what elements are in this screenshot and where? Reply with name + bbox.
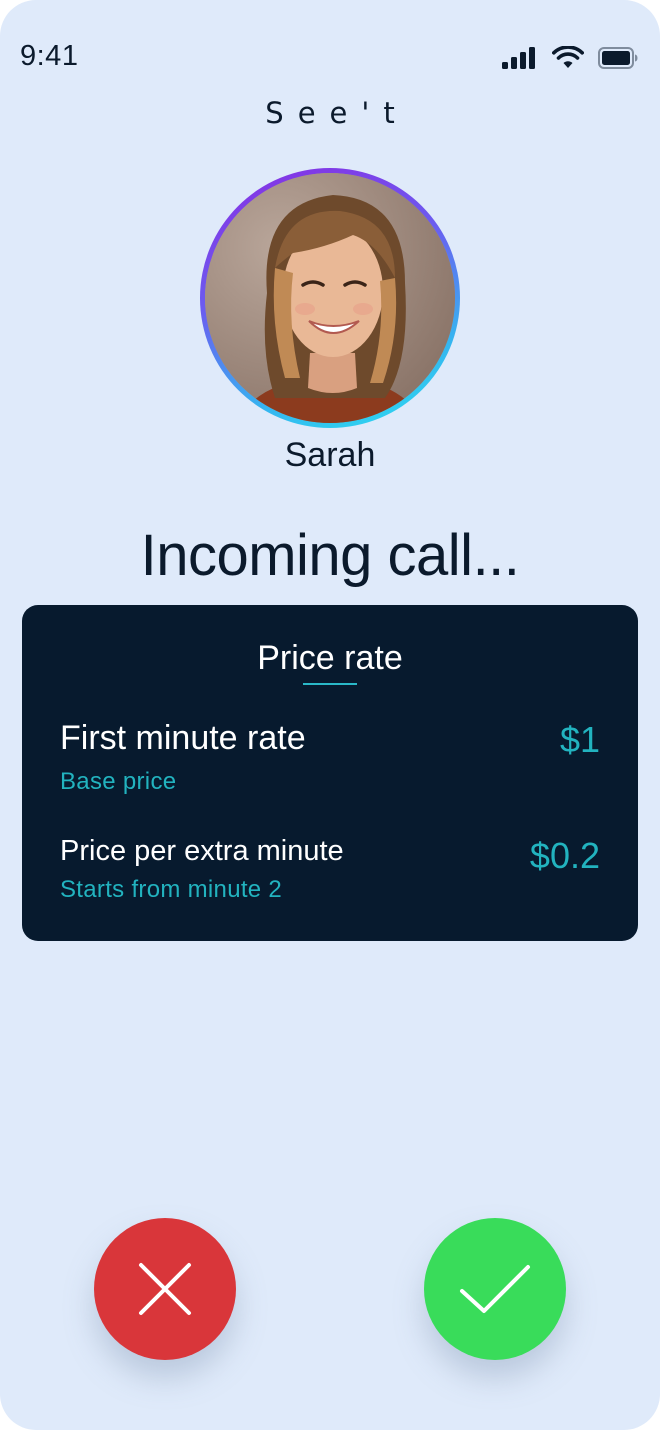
battery-icon — [598, 47, 638, 69]
checkmark-icon — [458, 1261, 532, 1317]
status-icons — [502, 42, 638, 74]
accept-call-button[interactable] — [424, 1218, 566, 1360]
incoming-call-screen: 9:41 See't Sarah Incoming call... Price … — [0, 0, 660, 1430]
wifi-icon — [552, 46, 584, 70]
extra-minute-rate-label: Price per extra minute — [60, 835, 344, 867]
status-time: 9:41 — [20, 40, 79, 72]
price-rate-title: Price rate — [257, 639, 403, 677]
avatar — [205, 173, 455, 423]
price-rate-card: Price rate First minute rate Base price … — [22, 605, 638, 941]
call-status-text: Incoming call... — [140, 523, 520, 588]
close-icon — [137, 1261, 193, 1317]
extra-minute-rate-sublabel: Starts from minute 2 — [60, 876, 283, 903]
first-minute-rate-label: First minute rate — [60, 719, 306, 757]
cellular-signal-icon — [502, 47, 538, 69]
decline-call-button[interactable] — [94, 1218, 236, 1360]
app-logo: See't — [265, 96, 409, 130]
first-minute-rate-value: $1 — [559, 719, 600, 760]
first-minute-rate-sublabel: Base price — [60, 768, 177, 795]
title-underline — [303, 683, 357, 685]
extra-minute-rate-value: $0.2 — [529, 835, 600, 876]
caller-name: Sarah — [284, 436, 376, 474]
avatar-ring — [200, 168, 460, 428]
